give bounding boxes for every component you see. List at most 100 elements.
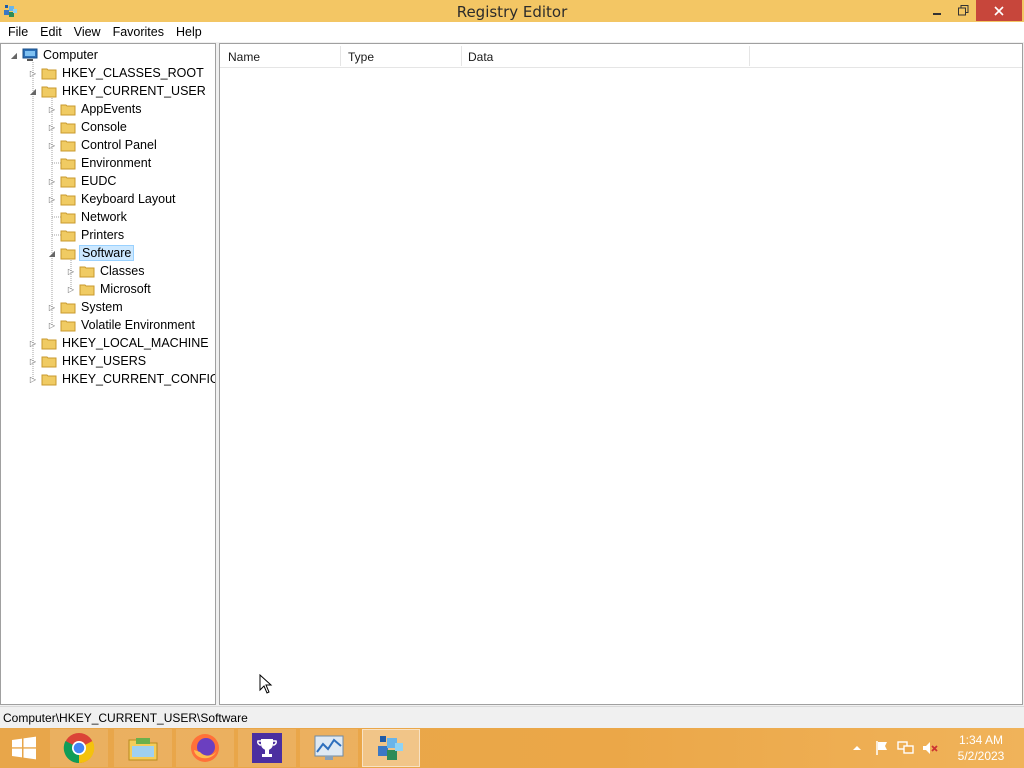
column-divider[interactable] [461,46,462,66]
taskbar-resource-monitor[interactable] [300,729,358,767]
tree-node-appevents[interactable]: ▷ AppEvents [47,100,143,118]
close-button[interactable] [976,0,1022,21]
tree-label: Network [81,210,127,224]
title-bar[interactable]: Registry Editor [0,0,1024,22]
resource-monitor-icon [314,735,344,760]
expand-icon[interactable]: ▷ [47,176,57,186]
restore-button[interactable] [950,0,976,21]
column-data[interactable]: Data [468,50,493,64]
registry-editor-window: Registry Editor File Edit View Favorites… [0,0,1024,728]
tree-node-keyboard-layout[interactable]: ▷ Keyboard Layout [47,190,178,208]
tree-node-console[interactable]: ▷ Console [47,118,129,136]
tree-label: HKEY_CURRENT_USER [62,84,206,98]
folder-icon [41,374,57,386]
folder-icon [60,122,76,134]
expand-icon[interactable]: ▷ [47,302,57,312]
menu-help[interactable]: Help [170,25,208,39]
expand-icon[interactable]: ▷ [28,356,38,366]
folder-icon [60,176,76,188]
tree-label: System [81,300,123,314]
tree-node-eudc[interactable]: ▷ EUDC [47,172,118,190]
clock-date: 5/2/2023 [957,749,1005,763]
registry-editor-icon [378,736,403,760]
expand-icon[interactable]: ▷ [28,68,38,78]
clock-time: 1:34 AM [958,733,1004,747]
menu-edit[interactable]: Edit [34,25,68,39]
column-divider[interactable] [749,46,750,66]
tree-node-hklm[interactable]: ▷ HKEY_LOCAL_MACHINE [28,334,211,352]
tree-label: HKEY_CLASSES_ROOT [62,66,204,80]
column-divider[interactable] [340,46,341,66]
window-title: Registry Editor [456,3,568,21]
tree-node-microsoft[interactable]: ▷ Microsoft [66,280,153,298]
computer-icon [22,48,38,61]
trophy-icon [252,733,282,763]
show-hidden-icons-button[interactable] [850,728,864,768]
taskbar-registry-editor[interactable] [362,729,420,767]
taskbar-chrome[interactable] [50,729,108,767]
firefox-icon [191,734,219,762]
volume-muted-icon [923,742,938,754]
tree-node-environment[interactable]: Environment [47,154,153,172]
tree-node-hku[interactable]: ▷ HKEY_USERS [28,352,148,370]
expand-icon[interactable]: ▷ [47,320,57,330]
tree-node-computer[interactable]: ◢ Computer [9,46,100,64]
tree-node-printers[interactable]: Printers [47,226,126,244]
no-expander [47,230,57,240]
expand-icon[interactable]: ▷ [47,140,57,150]
tree-node-control-panel[interactable]: ▷ Control Panel [47,136,159,154]
collapse-icon[interactable]: ◢ [28,86,38,96]
column-type[interactable]: Type [348,50,374,64]
start-icon [12,736,36,760]
tree-pane[interactable]: ◢ Computer ▷ HKEY_CLASSES_ROOT ◢ HKEY_CU… [0,43,216,705]
column-header: Name Type Data [220,44,1022,68]
collapse-icon[interactable]: ◢ [9,50,19,60]
folder-icon [60,230,76,242]
tree-label: Volatile Environment [81,318,195,332]
taskbar-clock[interactable]: 1:34 AM 5/2/2023 [950,732,1012,764]
tree-node-hkcr[interactable]: ▷ HKEY_CLASSES_ROOT [28,64,206,82]
expand-icon[interactable]: ▷ [66,266,76,276]
tree-node-hkcc[interactable]: ▷ HKEY_CURRENT_CONFIG [28,370,215,388]
menu-favorites[interactable]: Favorites [107,25,170,39]
expand-icon[interactable]: ▷ [47,194,57,204]
expand-icon[interactable]: ▷ [47,104,57,114]
tree-label: Printers [81,228,125,242]
expand-icon[interactable]: ▷ [28,338,38,348]
tray-network[interactable] [896,728,916,768]
folder-icon [79,284,95,296]
tray-volume[interactable] [920,728,940,768]
taskbar-file-explorer[interactable] [114,729,172,767]
folder-icon [41,356,57,368]
menu-bar: File Edit View Favorites Help [0,22,1024,42]
tree-label: Console [81,120,127,134]
folder-icon [60,302,76,314]
network-icon [897,741,914,754]
folder-icon [60,212,76,224]
restore-icon [957,5,968,16]
tree-node-system[interactable]: ▷ System [47,298,125,316]
tree-node-software[interactable]: ◢ Software [47,244,135,262]
values-list-pane[interactable]: Name Type Data [219,43,1023,705]
minimize-button[interactable] [924,0,950,21]
menu-view[interactable]: View [68,25,107,39]
expand-icon[interactable]: ▷ [66,284,76,294]
tree-node-classes[interactable]: ▷ Classes [66,262,146,280]
menu-file[interactable]: File [2,25,34,39]
column-name[interactable]: Name [228,50,260,64]
tree-label: EUDC [81,174,117,188]
minimize-icon [933,12,941,15]
tray-action-center[interactable] [872,728,892,768]
expand-icon[interactable]: ▷ [28,374,38,384]
folder-icon [60,104,76,116]
taskbar-firefox[interactable] [176,729,234,767]
tree-node-volatile-environment[interactable]: ▷ Volatile Environment [47,316,197,334]
folder-open-icon [41,86,57,98]
expand-icon[interactable]: ▷ [47,122,57,132]
collapse-icon[interactable]: ◢ [47,248,57,258]
tree-node-network[interactable]: Network [47,208,129,226]
tree-node-hkcu[interactable]: ◢ HKEY_CURRENT_USER [28,82,208,100]
flag-icon [876,741,887,755]
taskbar-trophy-app[interactable] [238,729,296,767]
start-button[interactable] [0,728,48,768]
